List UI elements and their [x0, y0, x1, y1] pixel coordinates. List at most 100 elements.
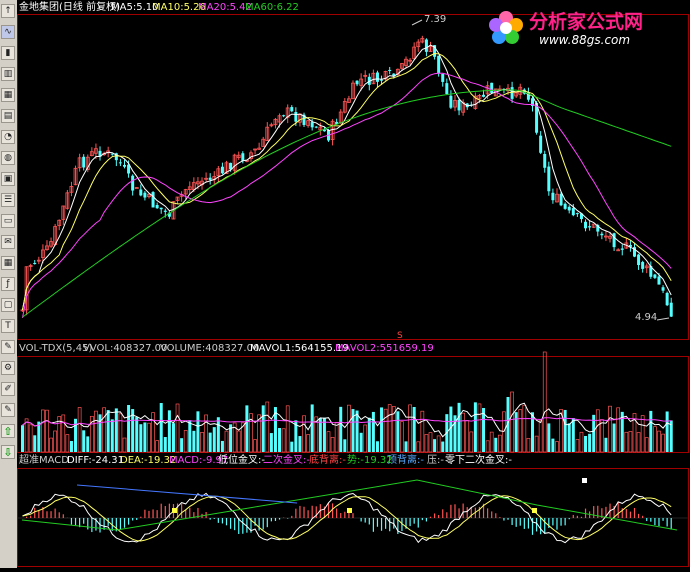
message-icon[interactable]: ✉: [1, 235, 15, 249]
volume-bar: [159, 403, 163, 452]
volume-bar: [21, 425, 24, 452]
volume-bar: [514, 412, 518, 452]
candle-body: [380, 79, 384, 81]
volume-bar: [147, 422, 151, 453]
candle-body: [441, 73, 445, 82]
volume-bar: [122, 437, 127, 453]
candle-body: [575, 213, 579, 215]
candle-body: [282, 115, 286, 117]
list-icon[interactable]: ☰: [1, 193, 15, 207]
volume-bar: [265, 401, 270, 453]
volume-bar: [644, 437, 649, 453]
volume-bar: [538, 420, 543, 453]
volume-bar: [127, 405, 131, 452]
volume-bar: [278, 427, 282, 452]
volume-bar: [661, 433, 665, 453]
volume-bar: [510, 391, 514, 453]
vol-indicator-name: VOL-TDX(5,45): [19, 343, 93, 354]
candle-body: [600, 233, 604, 236]
volume-bar: [367, 417, 371, 452]
fx-icon[interactable]: ƒ: [1, 277, 15, 291]
volume-bar: [465, 420, 470, 453]
volume-bar: [143, 422, 147, 452]
volume-bar: [636, 432, 641, 453]
candle-body: [220, 166, 224, 174]
volume-bar: [433, 439, 437, 452]
volume-bar: [102, 407, 106, 453]
signal-low-golden-cross: 低位金叉:-: [218, 455, 265, 466]
volume-bar: [318, 417, 322, 452]
volume-bar: [69, 441, 73, 452]
volume-bar: [534, 435, 539, 453]
mavol1-label: MAVOL1:564155.19: [250, 343, 349, 354]
candlestick-icon[interactable]: ▮: [1, 46, 15, 60]
macd-pressure-line: [76, 484, 298, 504]
volume-bar: [640, 415, 645, 453]
volume-bar: [167, 410, 171, 452]
calendar-icon[interactable]: ▣: [1, 172, 15, 186]
grid-icon[interactable]: ▦: [1, 256, 15, 270]
volume-bar: [253, 439, 257, 453]
high-price-marker: 7.39: [424, 14, 447, 25]
volume-bar: [669, 420, 673, 452]
volume-bar: [612, 423, 616, 452]
volume-bar: [477, 403, 482, 453]
up-green-icon[interactable]: ⇧: [1, 424, 15, 438]
settings-icon[interactable]: ⚙: [1, 361, 15, 375]
volume-bar: [547, 423, 551, 452]
candle-body: [33, 262, 37, 264]
volume-bar: [330, 436, 335, 453]
volume-bar: [473, 402, 477, 452]
signal-trend: 势:-19.32: [347, 455, 393, 466]
volume-bar: [53, 430, 57, 453]
volume-bar: [649, 410, 653, 452]
tools-icon[interactable]: ✎: [1, 340, 15, 354]
dea-line: [22, 495, 672, 542]
volume-bar: [608, 405, 612, 453]
volume-bar: [518, 409, 523, 453]
candle-body: [437, 55, 441, 74]
pen-icon[interactable]: ✎: [1, 403, 15, 417]
candle-body: [653, 274, 657, 278]
volume-bar: [41, 409, 45, 453]
up-arrow-icon[interactable]: ↑: [1, 4, 15, 18]
volume-bar: [424, 434, 429, 453]
volume-bar: [86, 436, 90, 452]
ma60-label: MA60:6.22: [245, 2, 299, 13]
line-chart-icon[interactable]: ∿: [1, 25, 15, 39]
window-icon[interactable]: ▭: [1, 214, 15, 228]
volume-bar: [310, 404, 314, 452]
rect-icon[interactable]: ▢: [1, 298, 15, 312]
dea-label: DEA:-19.32: [120, 455, 177, 466]
draw-icon[interactable]: ✐: [1, 382, 15, 396]
volume-bar: [526, 438, 531, 453]
document-icon[interactable]: ▤: [1, 109, 15, 123]
candle-body: [620, 248, 624, 250]
volume-bar: [542, 351, 547, 453]
volume-bar: [457, 402, 461, 452]
volume-bar: [588, 433, 592, 452]
volume-bar: [77, 407, 82, 453]
pie-chart-icon[interactable]: ◔: [1, 130, 15, 144]
ma5-line: [22, 44, 672, 310]
volume-bar: [37, 421, 41, 452]
candle-body: [375, 72, 379, 82]
candle-body: [163, 210, 167, 212]
bar-chart-icon[interactable]: ▥: [1, 67, 15, 81]
down-green-icon[interactable]: ⇩: [1, 445, 15, 459]
volume-bar: [322, 417, 326, 452]
chart-canvas: [17, 14, 689, 567]
macd-signal-marker: [347, 508, 352, 513]
candle-body: [457, 99, 461, 111]
text-icon[interactable]: T: [1, 319, 15, 333]
globe-icon[interactable]: ◍: [1, 151, 15, 165]
candle-body: [588, 226, 592, 228]
candle-body: [134, 187, 139, 189]
candle-body: [661, 287, 665, 291]
volume-bar: [245, 405, 249, 452]
candle-body: [294, 112, 298, 122]
volume-bar: [114, 408, 118, 452]
table-icon[interactable]: ▦: [1, 88, 15, 102]
candle-body: [123, 164, 126, 167]
volume-bar: [584, 435, 588, 452]
